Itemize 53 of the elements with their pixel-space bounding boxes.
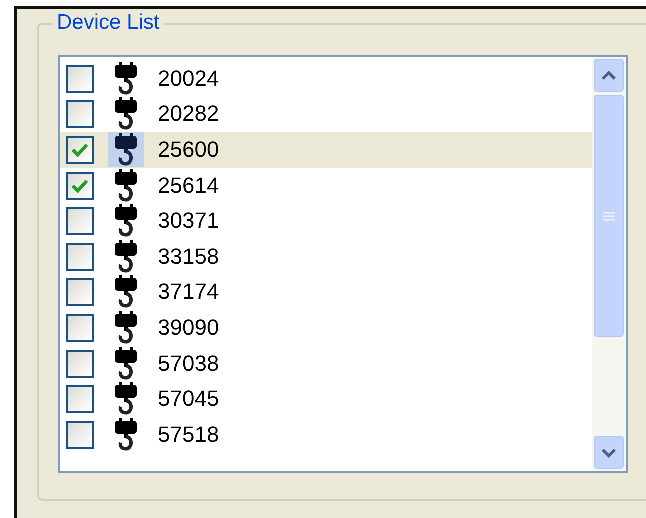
device-row[interactable]: 37174 <box>60 274 592 310</box>
device-id: 20024 <box>158 66 220 92</box>
device-row[interactable]: 57045 <box>60 381 592 417</box>
crane-hook-icon <box>113 418 139 452</box>
crane-hook-icon <box>113 346 139 381</box>
crane-hook-icon <box>113 62 139 96</box>
crane-hook-icon <box>113 97 139 132</box>
crane-hook-icon <box>113 132 139 167</box>
checkbox[interactable] <box>66 350 94 378</box>
checkbox[interactable] <box>66 242 94 271</box>
checkmark-icon <box>71 178 89 194</box>
grip-icon <box>603 212 615 220</box>
checkbox[interactable] <box>66 278 94 306</box>
crane-hook-icon <box>113 382 139 416</box>
device-row[interactable]: 33158 <box>60 238 592 275</box>
device-id: 57518 <box>158 422 220 448</box>
device-id: 20282 <box>158 101 220 128</box>
device-id: 39090 <box>158 314 220 341</box>
checkbox[interactable] <box>66 172 94 200</box>
crane-hook-icon <box>113 204 139 238</box>
device-id: 25614 <box>158 172 220 199</box>
checkbox[interactable] <box>66 314 94 342</box>
crane-hook-icon <box>113 168 139 203</box>
device-id: 57045 <box>158 386 220 412</box>
scroll-down-button[interactable] <box>594 436 624 469</box>
crane-hook-icon <box>113 275 139 310</box>
device-id: 30371 <box>158 208 220 234</box>
scroll-up-button[interactable] <box>594 59 624 92</box>
scroll-thumb[interactable] <box>594 95 624 337</box>
chevron-down-icon <box>601 448 617 458</box>
device-row[interactable]: 30371 <box>60 203 592 239</box>
checkbox[interactable] <box>66 64 94 93</box>
device-row[interactable]: 20282 <box>60 96 592 132</box>
checkbox[interactable] <box>66 207 94 236</box>
device-id: 37174 <box>158 279 220 306</box>
device-row[interactable]: 57038 <box>60 346 592 382</box>
device-row[interactable]: 25600 <box>60 132 592 168</box>
crane-hook-icon <box>113 310 139 345</box>
device-row[interactable]: 57518 <box>60 416 592 453</box>
checkbox[interactable] <box>66 136 94 164</box>
device-id: 57038 <box>158 350 220 377</box>
checkmark-icon <box>71 142 89 158</box>
scrollbar[interactable] <box>592 57 626 471</box>
device-id: 25600 <box>158 136 220 163</box>
chevron-up-icon <box>601 70 617 80</box>
device-row[interactable]: 39090 <box>60 310 592 346</box>
checkbox[interactable] <box>66 420 94 449</box>
device-id: 33158 <box>158 244 220 270</box>
checkbox[interactable] <box>66 385 94 414</box>
checkbox[interactable] <box>66 100 94 128</box>
device-row[interactable]: 25614 <box>60 168 592 204</box>
crane-hook-icon <box>113 240 139 274</box>
device-row[interactable]: 20024 <box>60 61 592 97</box>
